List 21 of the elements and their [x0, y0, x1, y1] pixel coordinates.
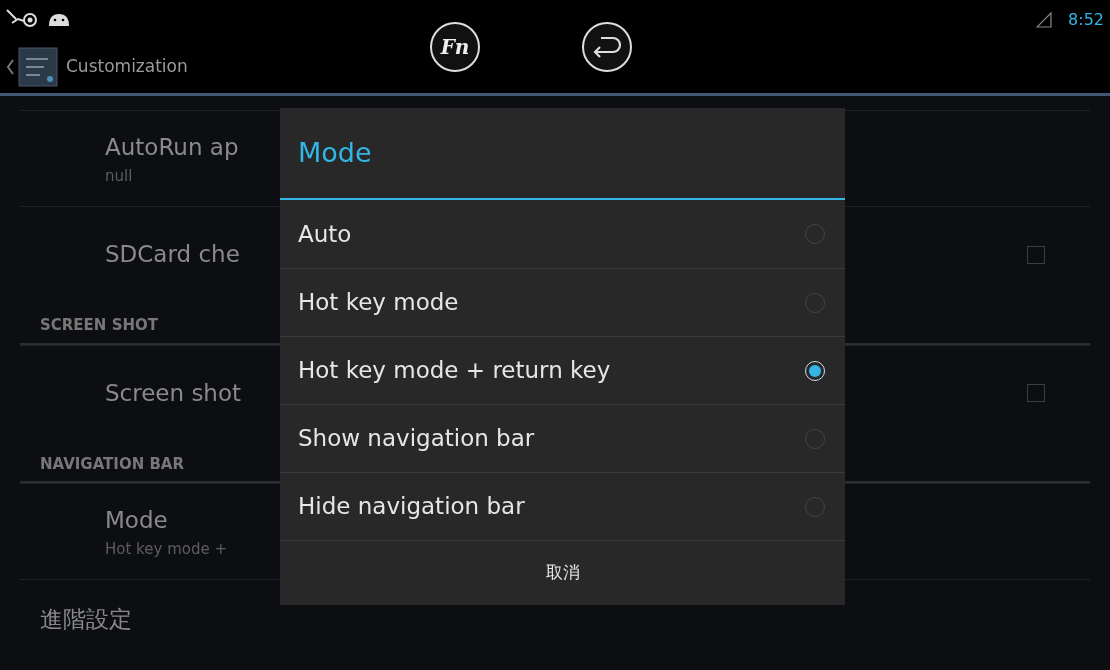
screen-title: Customization [66, 54, 188, 78]
setting-title[interactable]: 進階設定 [40, 606, 132, 632]
setting-title[interactable]: Screen shot [105, 375, 242, 411]
mode-option[interactable]: Auto [280, 200, 845, 268]
mode-option[interactable]: Hot key mode [280, 268, 845, 336]
app-icon [18, 46, 58, 87]
dialog-title: Mode [280, 108, 845, 200]
setting-title[interactable]: SDCard che [105, 237, 240, 272]
checkbox[interactable] [1027, 245, 1045, 264]
signal-icon [1036, 12, 1053, 28]
setting-title[interactable]: Mode [105, 503, 227, 538]
setting-title[interactable]: AutoRun ap [105, 130, 239, 165]
setting-summary: Hot key mode + [105, 538, 227, 560]
setting-summary: null [105, 165, 134, 187]
mode-option[interactable]: Hot key mode + return key [280, 336, 845, 404]
back-chevron-icon[interactable] [6, 58, 14, 75]
checkbox[interactable] [1027, 384, 1045, 402]
clock-time: 8:52 [1068, 9, 1104, 31]
mode-option[interactable]: Show navigation bar [280, 404, 845, 472]
android-icon [48, 13, 70, 27]
return-arrow-icon [591, 35, 623, 59]
